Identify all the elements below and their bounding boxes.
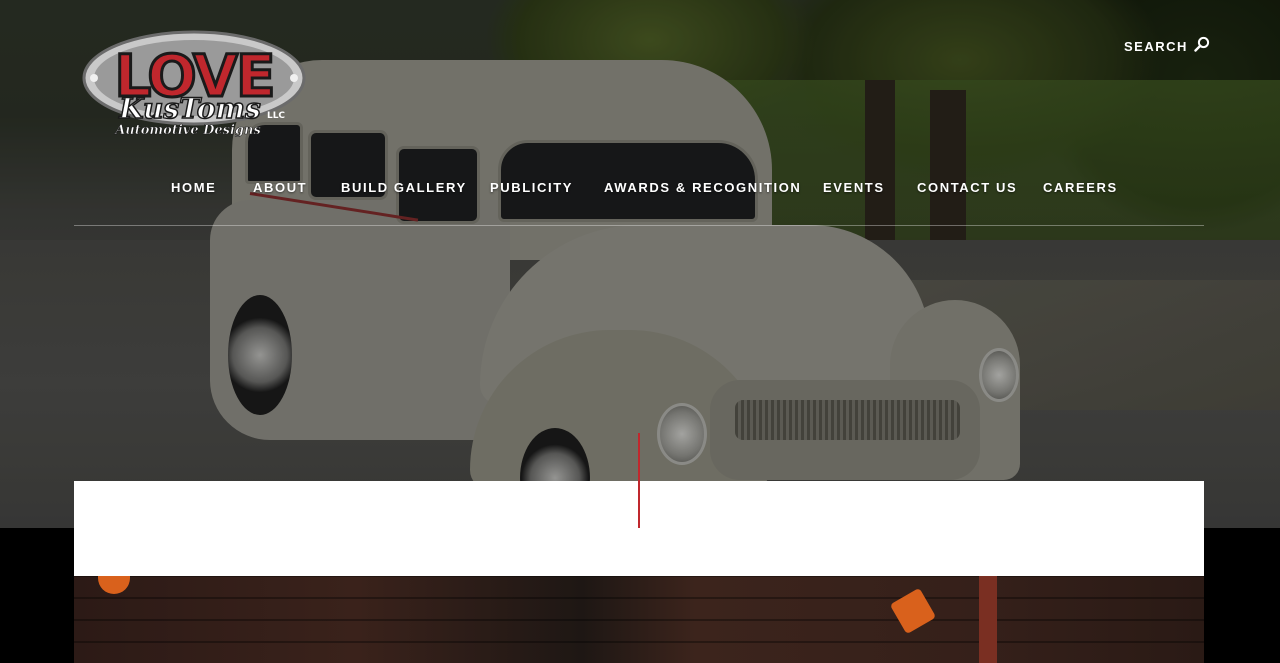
site-logo[interactable]: LOVE KusToms LLC Automotive Designs: [80, 30, 308, 145]
love-kustoms-logo: LOVE KusToms LLC Automotive Designs: [82, 30, 306, 138]
brick-wall-image: [74, 576, 1204, 663]
nav-item-build-gallery[interactable]: BUILD GALLERY: [341, 180, 467, 195]
svg-text:Automotive Designs: Automotive Designs: [113, 123, 261, 138]
wall-pipe: [979, 576, 997, 663]
nav-item-awards-recognition[interactable]: AWARDS & RECOGNITION: [604, 180, 801, 195]
main-navigation: HOME ABOUT BUILD GALLERY PUBLICITY AWARD…: [74, 172, 1204, 226]
accent-divider: [638, 433, 640, 528]
search-icon: [1194, 36, 1210, 57]
nav-item-about[interactable]: ABOUT: [253, 180, 307, 195]
wall-lamp: [889, 587, 937, 635]
nav-item-events[interactable]: EVENTS: [823, 180, 885, 195]
nav-item-publicity[interactable]: PUBLICITY: [490, 180, 573, 195]
search-label: SEARCH: [1124, 39, 1188, 54]
wall-lamp: [98, 576, 130, 594]
nav-item-careers[interactable]: CAREERS: [1043, 180, 1118, 195]
svg-text:KusToms: KusToms: [118, 92, 261, 125]
svg-text:LLC: LLC: [267, 111, 285, 121]
nav-item-home[interactable]: HOME: [171, 180, 216, 195]
search-button[interactable]: SEARCH: [1124, 36, 1210, 57]
nav-item-contact-us[interactable]: CONTACT US: [917, 180, 1017, 195]
